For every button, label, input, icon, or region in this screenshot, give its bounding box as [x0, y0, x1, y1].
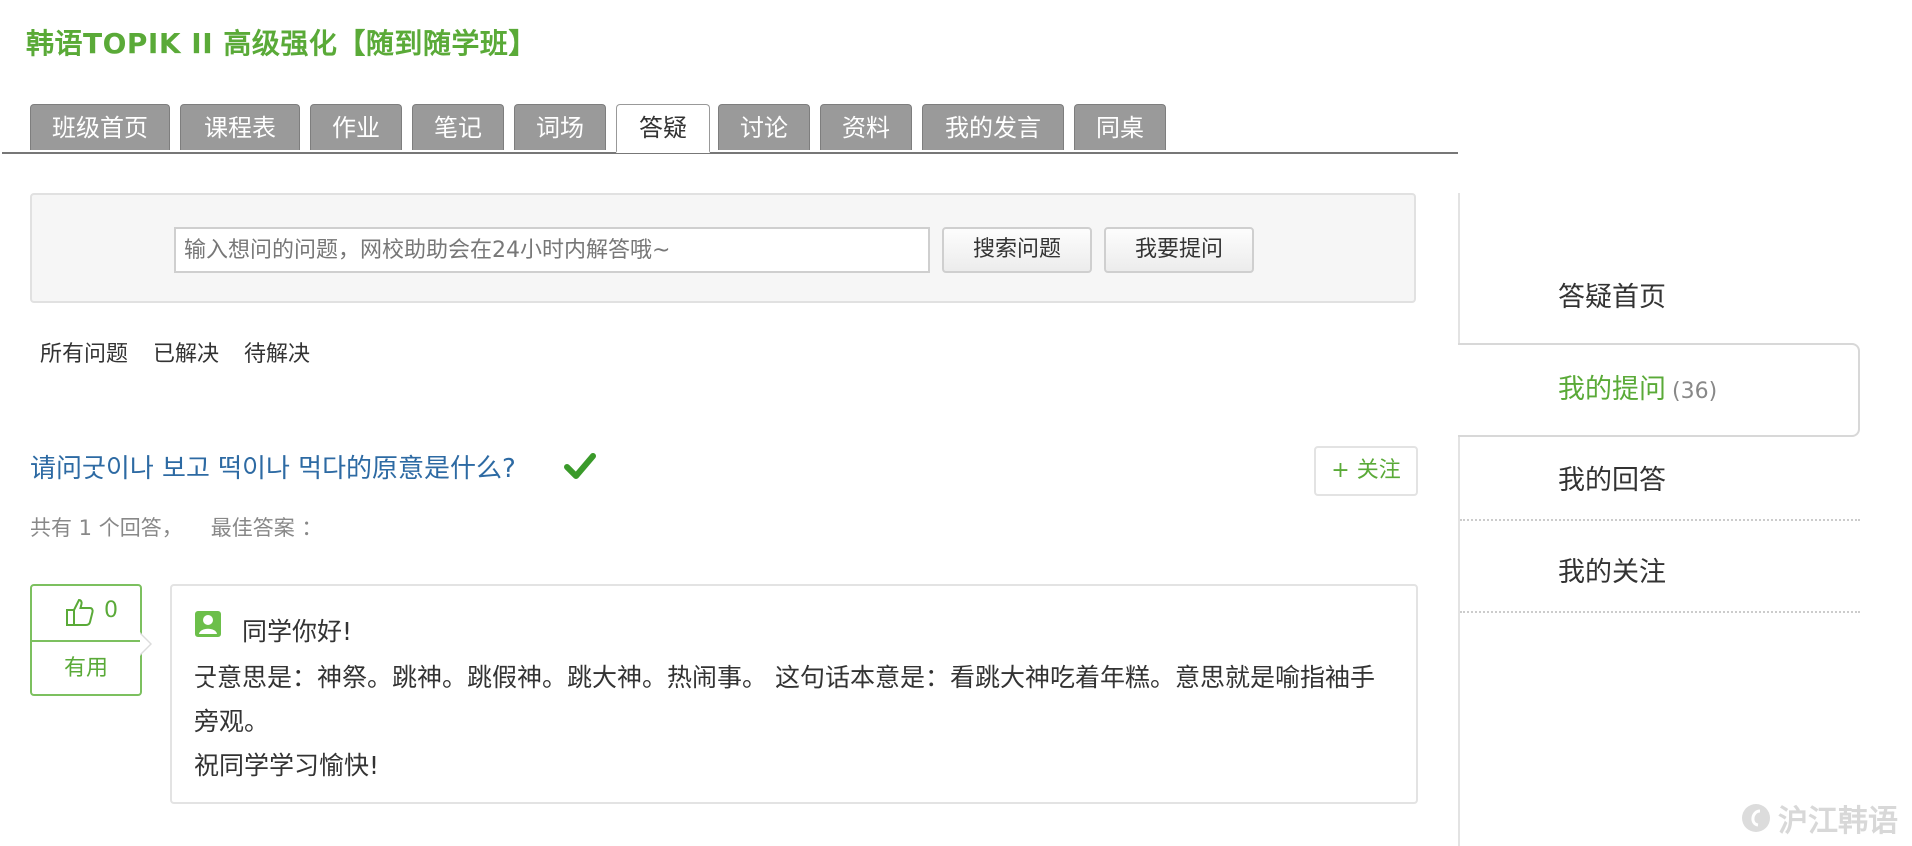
ask-question-button[interactable]: 我要提问: [1104, 227, 1254, 273]
filter-all[interactable]: 所有问题: [40, 342, 128, 367]
vote-box: 0 有用: [30, 584, 142, 696]
tab-deskmate[interactable]: 同桌: [1074, 104, 1166, 150]
qa-sidebar: 答疑首页 我的提问 (36) 我的回答 我的关注: [1458, 193, 1860, 846]
sidebar-item-my-follows[interactable]: 我的关注: [1460, 543, 1860, 613]
question-count: (36): [1672, 379, 1718, 404]
sidebar-item-my-questions[interactable]: 我的提问 (36): [1458, 343, 1860, 437]
sidebar-item-label: 我的提问: [1558, 374, 1666, 405]
tab-class-home[interactable]: 班级首页: [30, 104, 170, 150]
answer-meta: 共有 1 个回答， 最佳答案 ：: [30, 512, 322, 542]
tab-vocab[interactable]: 词场: [514, 104, 606, 150]
answer-count: 共有 1 个回答，: [30, 516, 183, 540]
course-title: 韩语TOPIK II 高级强化【随到随学班】: [26, 27, 537, 60]
search-button[interactable]: 搜索问题: [942, 227, 1092, 273]
sidebar-item-qa-home[interactable]: 答疑首页: [1460, 275, 1860, 335]
tab-notes[interactable]: 笔记: [412, 104, 504, 150]
tab-bar: 班级首页 课程表 作业 笔记 词场 答疑 讨论 资料 我的发言 同桌: [2, 104, 1458, 154]
check-icon: [564, 453, 596, 479]
answer-card: 同学你好! 굿意思是：神祭。跳神。跳假神。跳大神。热闹事。 这句话本意是：看跳大…: [170, 584, 1418, 804]
question-filters: 所有问题 已解决 待解决: [40, 336, 328, 368]
vote-count: 0: [104, 598, 118, 623]
vote-up[interactable]: 0: [32, 586, 140, 642]
tab-homework[interactable]: 作业: [310, 104, 402, 150]
thumbs-up-icon: [66, 598, 94, 626]
answer-greeting: 同学你好!: [242, 617, 353, 646]
answer-line: 굿意思是：神祭。跳神。跳假神。跳大神。热闹事。 这句话本意是：看跳大神吃着年糕。…: [194, 663, 1375, 736]
user-avatar-icon: [195, 611, 221, 637]
page: 韩语TOPIK II 高级强化【随到随学班】 班级首页 课程表 作业 笔记 词场…: [0, 0, 1912, 846]
arrow-decoration-inner: [140, 634, 150, 654]
filter-pending[interactable]: 待解决: [244, 342, 310, 367]
search-panel: 搜索问题 我要提问: [30, 193, 1416, 303]
question-title[interactable]: 请问굿이나 보고 떡이나 먹다的原意是什么?: [30, 448, 516, 485]
filter-solved[interactable]: 已解决: [153, 342, 219, 367]
answer-line: 祝同学学习愉快!: [194, 751, 380, 780]
logo-icon: [1742, 804, 1770, 832]
tab-materials[interactable]: 资料: [820, 104, 912, 150]
tab-discussion[interactable]: 讨论: [718, 104, 810, 150]
watermark-text: 沪江韩语: [1778, 804, 1898, 839]
search-input[interactable]: [174, 227, 930, 273]
follow-button[interactable]: + 关注: [1314, 446, 1418, 496]
tab-my-posts[interactable]: 我的发言: [922, 104, 1064, 150]
answer-body: 굿意思是：神祭。跳神。跳假神。跳大神。热闹事。 这句话本意是：看跳大神吃着年糕。…: [194, 656, 1384, 788]
tab-qa[interactable]: 答疑: [616, 104, 710, 153]
best-answer-label: 最佳答案 ：: [210, 516, 323, 540]
tab-schedule[interactable]: 课程表: [180, 104, 300, 150]
sidebar-item-my-answers[interactable]: 我的回答: [1460, 451, 1860, 521]
useful-button[interactable]: 有用: [32, 642, 140, 696]
